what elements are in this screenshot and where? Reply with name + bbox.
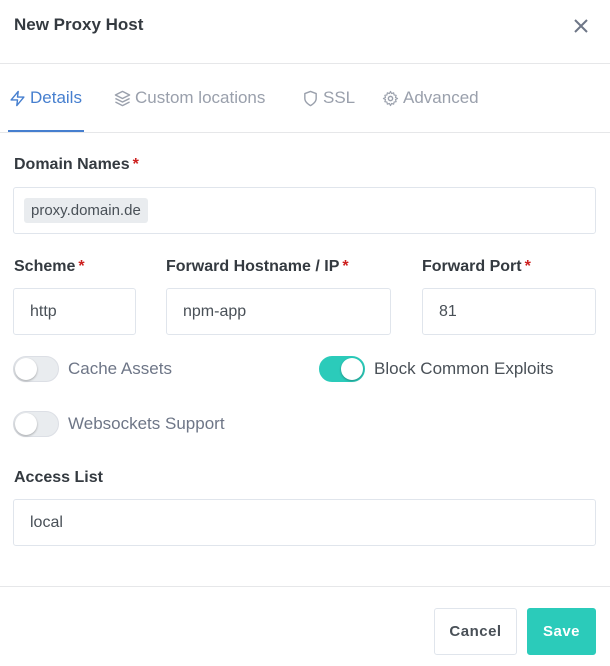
toggle-label: Cache Assets: [68, 359, 172, 378]
tab-custom-locations[interactable]: Custom locations: [114, 86, 265, 110]
domain-names-input[interactable]: proxy.domain.de: [13, 187, 596, 234]
shield-icon: [304, 90, 317, 106]
layers-icon: [114, 90, 131, 106]
scheme-label: Scheme *: [14, 258, 85, 275]
tab-label: Custom locations: [135, 88, 266, 107]
active-tab-indicator: [8, 130, 84, 132]
tab-label: Details: [30, 88, 82, 107]
domain-names-label: Domain Names *: [14, 156, 139, 173]
forward-hostname-value: npm-app: [183, 302, 247, 320]
modal-title: New Proxy Host: [14, 15, 144, 34]
forward-port-input[interactable]: 81: [422, 288, 596, 335]
tab-label: SSL: [323, 88, 356, 107]
forward-hostname-label: Forward Hostname / IP *: [166, 258, 349, 275]
close-button[interactable]: [570, 14, 592, 38]
forward-hostname-input[interactable]: npm-app: [166, 288, 391, 335]
save-button[interactable]: Save: [527, 608, 596, 655]
gear-icon: [382, 90, 399, 106]
toggle-label: Block Common Exploits: [374, 359, 554, 378]
toggle-label: Websockets Support: [68, 414, 225, 433]
cancel-button[interactable]: Cancel: [434, 608, 517, 655]
tab-ssl[interactable]: SSL: [302, 86, 355, 110]
modal-header: New Proxy Host: [0, 0, 610, 64]
tab-label: Advanced: [403, 88, 479, 107]
toggle-switch[interactable]: [13, 411, 59, 437]
tab-bar: Details Custom locations SSL Advanced: [0, 64, 610, 133]
toggle-switch[interactable]: [319, 356, 365, 382]
domain-chip[interactable]: proxy.domain.de: [24, 198, 148, 223]
block-common-exploits-toggle[interactable]: Block Common Exploits: [319, 356, 554, 382]
access-list-label: Access List: [14, 469, 103, 486]
access-list-select[interactable]: local: [13, 499, 596, 546]
forward-port-value: 81: [439, 302, 457, 320]
modal-footer: Cancel Save: [0, 586, 610, 666]
websockets-support-toggle[interactable]: Websockets Support: [13, 411, 225, 437]
scheme-select[interactable]: http: [13, 288, 136, 335]
access-list-value: local: [30, 513, 63, 531]
tab-details[interactable]: Details: [9, 86, 82, 110]
lightning-icon: [10, 90, 25, 106]
toggle-switch[interactable]: [13, 356, 59, 382]
close-icon: [574, 19, 588, 33]
forward-port-label: Forward Port *: [422, 258, 531, 275]
cache-assets-toggle[interactable]: Cache Assets: [13, 356, 172, 382]
tab-advanced[interactable]: Advanced: [382, 86, 479, 110]
scheme-value: http: [30, 302, 57, 320]
